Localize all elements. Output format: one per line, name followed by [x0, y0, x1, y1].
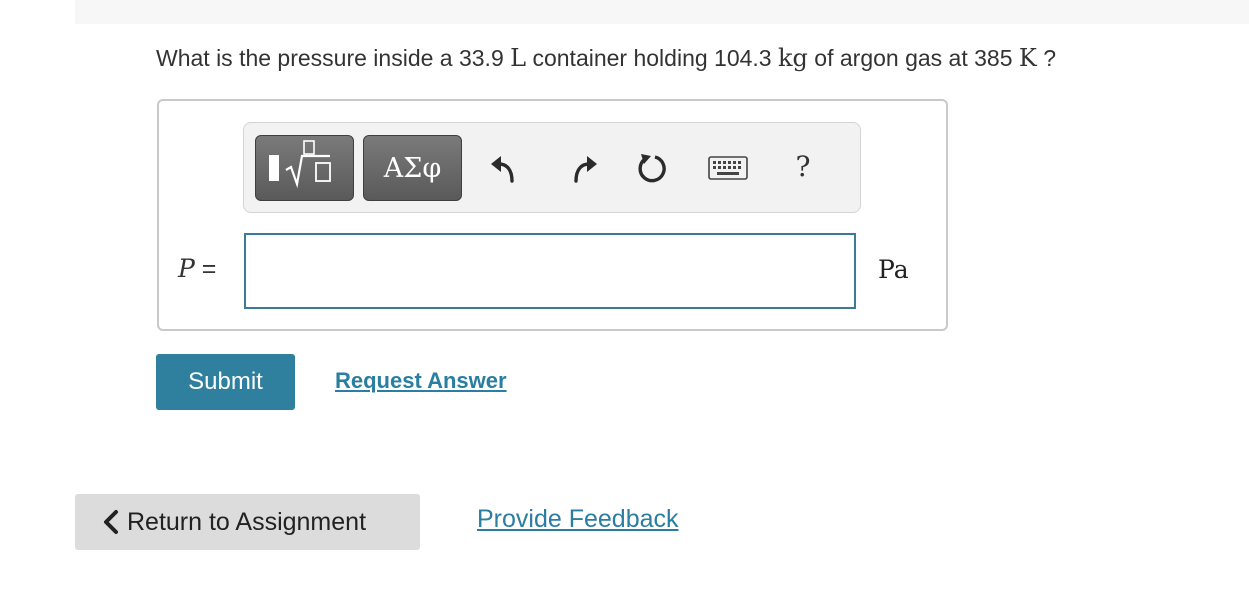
- answer-variable-label: P =: [178, 254, 217, 283]
- undo-button[interactable]: [486, 149, 524, 187]
- temperature-unit: K: [1018, 44, 1037, 72]
- reset-button[interactable]: [633, 149, 671, 187]
- symbols-button[interactable]: ΑΣφ: [363, 135, 462, 201]
- question-text: What is the pressure inside a 33.9 L con…: [156, 44, 1057, 72]
- help-button[interactable]: ?: [790, 147, 816, 187]
- answer-unit-label: Pa: [878, 255, 909, 284]
- keyboard-icon: [708, 156, 748, 180]
- chevron-left-icon: [104, 510, 118, 534]
- templates-button[interactable]: [255, 135, 354, 201]
- symbols-label: ΑΣφ: [383, 152, 442, 184]
- return-to-assignment-button[interactable]: Return to Assignment: [75, 494, 420, 550]
- math-toolbar: ΑΣφ ?: [243, 122, 861, 213]
- mass-unit: kg: [778, 44, 808, 72]
- top-band: [75, 0, 1249, 24]
- volume-unit: L: [510, 44, 527, 72]
- undo-icon: [491, 156, 514, 183]
- request-answer-link[interactable]: Request Answer: [335, 368, 507, 394]
- redo-icon: [574, 156, 597, 183]
- provide-feedback-link[interactable]: Provide Feedback: [477, 505, 679, 534]
- answer-input[interactable]: [244, 233, 856, 309]
- return-label: Return to Assignment: [127, 507, 367, 536]
- submit-button[interactable]: Submit: [156, 354, 295, 410]
- reset-icon: [638, 154, 666, 183]
- redo-button[interactable]: [564, 149, 602, 187]
- keyboard-button[interactable]: [706, 149, 750, 187]
- templates-sqrt-icon: [269, 140, 331, 189]
